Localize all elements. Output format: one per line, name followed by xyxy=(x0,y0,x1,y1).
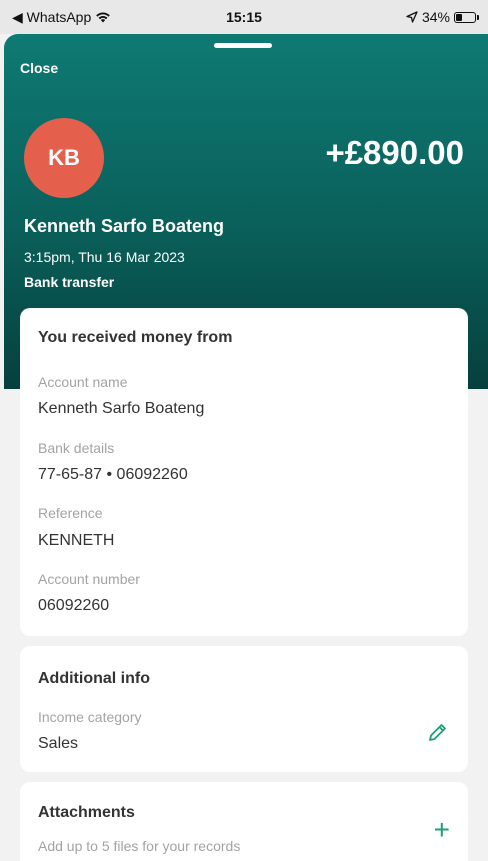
bank-details-label: Bank details xyxy=(38,440,115,456)
battery-level-fill xyxy=(456,13,462,21)
wifi-icon xyxy=(96,12,111,23)
status-right: 34% xyxy=(316,9,479,25)
account-name-label: Account name xyxy=(38,374,128,390)
card-title-additional: Additional info xyxy=(38,670,150,687)
close-button[interactable]: Close xyxy=(20,60,58,76)
reference-value: KENNETH xyxy=(38,532,115,549)
account-number-value: 06092260 xyxy=(38,597,110,614)
status-bar: ◀ WhatsApp 15:15 34% xyxy=(0,0,488,34)
avatar: KB xyxy=(24,118,104,198)
transaction-amount: +£890.00 xyxy=(325,134,464,171)
battery-percent: 34% xyxy=(421,9,450,25)
attachments-subtitle: Add up to 5 files for your records xyxy=(38,838,241,854)
status-time: 15:15 xyxy=(226,9,262,25)
payer-name: Kenneth Sarfo Boateng xyxy=(24,216,225,236)
income-category-label: Income category xyxy=(38,709,142,725)
attachments-card: Attachments Add up to 5 files for your r… xyxy=(20,782,468,861)
payment-method: Bank transfer xyxy=(24,274,115,290)
battery-icon xyxy=(454,11,479,23)
additional-info-card: Additional info Income category Sales xyxy=(20,646,468,772)
income-category-value: Sales xyxy=(38,735,79,752)
sheet-grabber-handle[interactable] xyxy=(214,43,272,48)
card-title-received: You received money from xyxy=(38,329,233,346)
account-number-label: Account number xyxy=(38,571,140,587)
transaction-sheet: Close KB +£890.00 Kenneth Sarfo Boateng … xyxy=(4,34,488,861)
reference-label: Reference xyxy=(38,505,103,521)
status-left: ◀ WhatsApp xyxy=(12,9,172,26)
back-to-app-link[interactable]: ◀ WhatsApp xyxy=(12,9,91,26)
bank-details-value: 77-65-87 • 06092260 xyxy=(38,466,188,483)
pencil-icon[interactable] xyxy=(426,722,448,744)
card-title-attachments: Attachments xyxy=(38,804,135,821)
account-name-value: Kenneth Sarfo Boateng xyxy=(38,400,205,417)
transaction-datetime: 3:15pm, Thu 16 Mar 2023 xyxy=(24,249,185,265)
received-from-card: You received money from Account name Ken… xyxy=(20,308,468,636)
plus-icon[interactable]: + xyxy=(434,816,450,844)
location-arrow-icon xyxy=(406,11,418,23)
